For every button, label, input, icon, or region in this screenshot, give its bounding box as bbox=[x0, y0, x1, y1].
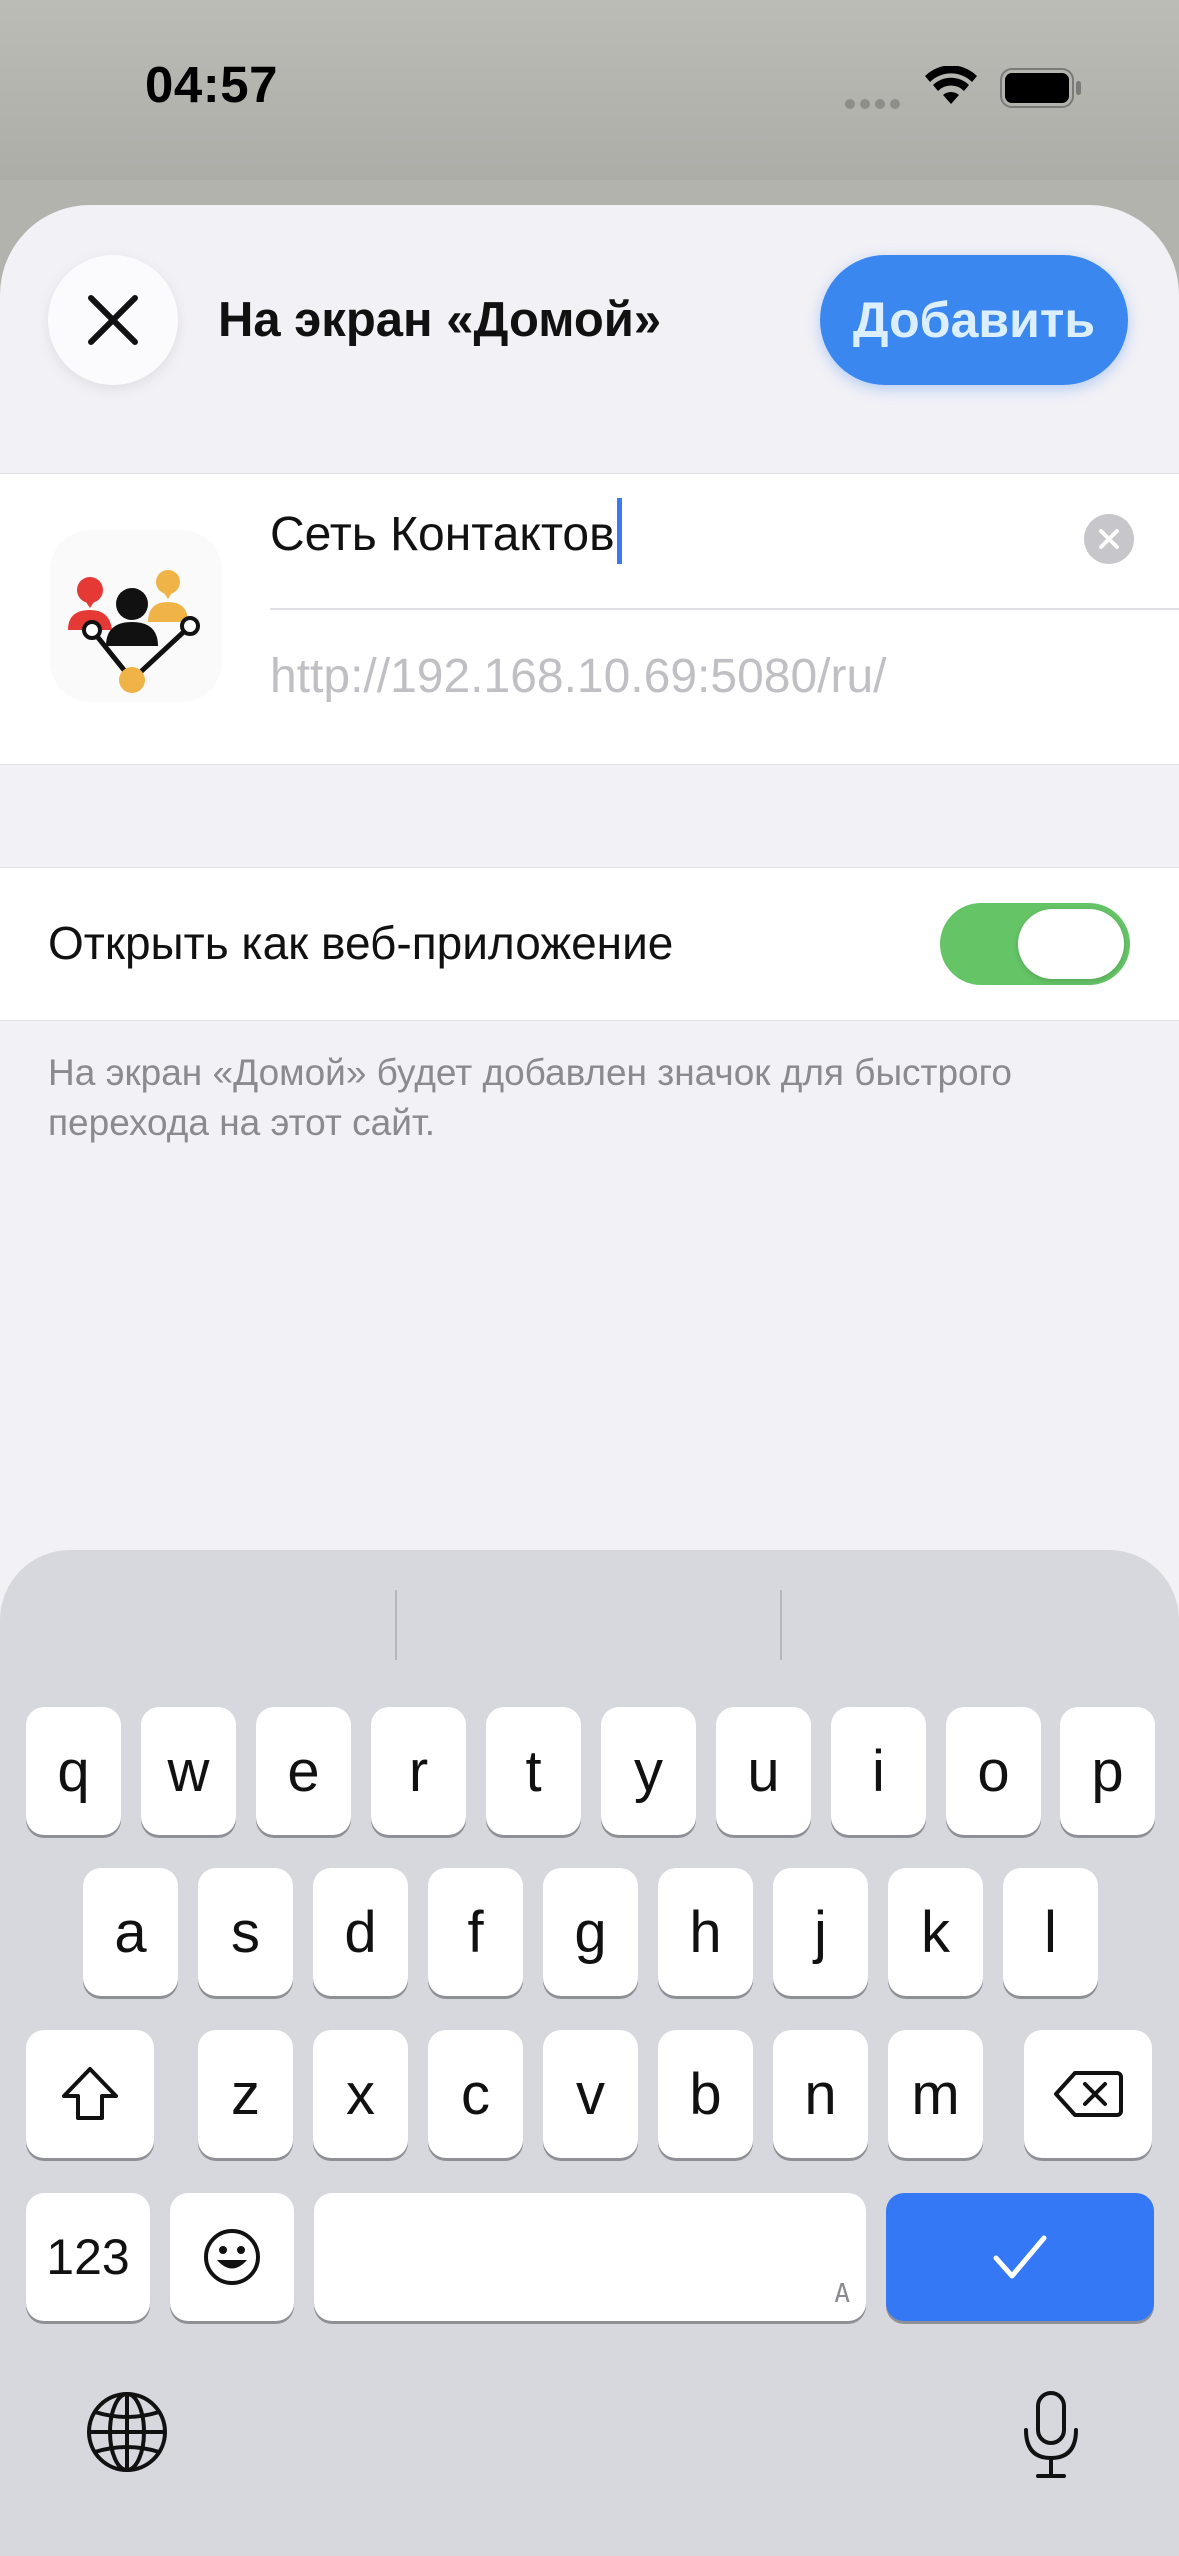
key-q[interactable]: q bbox=[26, 1707, 121, 1835]
clear-x-icon bbox=[1099, 529, 1119, 549]
backspace-key[interactable] bbox=[1024, 2030, 1152, 2158]
key-r[interactable]: r bbox=[371, 1707, 466, 1835]
web-app-setting-row: Открыть как веб-приложение bbox=[0, 867, 1179, 1021]
globe-icon[interactable] bbox=[85, 2390, 169, 2474]
field-divider bbox=[270, 608, 1179, 610]
key-n[interactable]: n bbox=[773, 2030, 868, 2158]
add-button[interactable]: Добавить bbox=[820, 255, 1128, 385]
key-v[interactable]: v bbox=[543, 2030, 638, 2158]
checkmark-icon bbox=[993, 2235, 1047, 2279]
suggestion-divider bbox=[780, 1590, 782, 1660]
app-icon bbox=[50, 530, 222, 702]
done-key[interactable] bbox=[886, 2193, 1154, 2321]
key-u[interactable]: u bbox=[716, 1707, 811, 1835]
keyboard: q w e r t y u i o p a s d f g h j k l z … bbox=[0, 1550, 1179, 2556]
shift-icon bbox=[62, 2067, 118, 2120]
footnote-text: На экран «Домой» будет добавлен значок д… bbox=[48, 1052, 1012, 1143]
key-d[interactable]: d bbox=[313, 1868, 408, 1996]
web-app-toggle[interactable] bbox=[940, 903, 1130, 985]
key-h[interactable]: h bbox=[658, 1868, 753, 1996]
numbers-key[interactable]: 123 bbox=[26, 2193, 150, 2321]
key-c[interactable]: c bbox=[428, 2030, 523, 2158]
key-t[interactable]: t bbox=[486, 1707, 581, 1835]
key-z[interactable]: z bbox=[198, 2030, 293, 2158]
web-app-toggle-label: Открыть как веб-приложение bbox=[48, 917, 674, 969]
signal-dots-icon bbox=[845, 96, 905, 114]
key-p[interactable]: p bbox=[1060, 1707, 1155, 1835]
url-field: http://192.168.10.69:5080/ru/ bbox=[270, 650, 887, 703]
microphone-icon[interactable] bbox=[1020, 2390, 1082, 2480]
key-b[interactable]: b bbox=[658, 2030, 753, 2158]
close-icon bbox=[88, 295, 138, 345]
name-input[interactable]: Сеть Контактов bbox=[270, 498, 622, 570]
battery-icon bbox=[1000, 68, 1081, 108]
key-a[interactable]: a bbox=[83, 1868, 178, 1996]
key-y[interactable]: y bbox=[601, 1707, 696, 1835]
name-input-value: Сеть Контактов bbox=[270, 508, 615, 561]
key-j[interactable]: j bbox=[773, 1868, 868, 1996]
key-i[interactable]: i bbox=[831, 1707, 926, 1835]
key-m[interactable]: m bbox=[888, 2030, 983, 2158]
key-l[interactable]: l bbox=[1003, 1868, 1098, 1996]
key-e[interactable]: e bbox=[256, 1707, 351, 1835]
emoji-key[interactable] bbox=[170, 2193, 294, 2321]
space-language-hint: A bbox=[834, 2279, 850, 2309]
status-time: 04:57 bbox=[145, 56, 278, 113]
suggestion-divider bbox=[395, 1590, 397, 1660]
status-bar: 04:57 bbox=[0, 0, 1179, 180]
backspace-icon bbox=[1054, 2071, 1123, 2117]
key-x[interactable]: x bbox=[313, 2030, 408, 2158]
key-g[interactable]: g bbox=[543, 1868, 638, 1996]
key-o[interactable]: o bbox=[946, 1707, 1041, 1835]
sheet-title: На экран «Домой» bbox=[218, 293, 662, 347]
space-key[interactable]: A bbox=[314, 2193, 866, 2321]
emoji-icon bbox=[204, 2229, 260, 2285]
bookmark-card: Сеть Контактов http://192.168.10.69:5080… bbox=[0, 473, 1179, 765]
key-k[interactable]: k bbox=[888, 1868, 983, 1996]
key-w[interactable]: w bbox=[141, 1707, 236, 1835]
key-f[interactable]: f bbox=[428, 1868, 523, 1996]
wifi-icon bbox=[925, 66, 977, 104]
clear-text-button[interactable] bbox=[1084, 514, 1134, 564]
text-cursor bbox=[616, 498, 622, 564]
contacts-network-icon bbox=[68, 570, 200, 693]
toggle-knob bbox=[1018, 909, 1124, 979]
key-s[interactable]: s bbox=[198, 1868, 293, 1996]
shift-key[interactable] bbox=[26, 2030, 154, 2158]
close-button[interactable] bbox=[48, 255, 178, 385]
